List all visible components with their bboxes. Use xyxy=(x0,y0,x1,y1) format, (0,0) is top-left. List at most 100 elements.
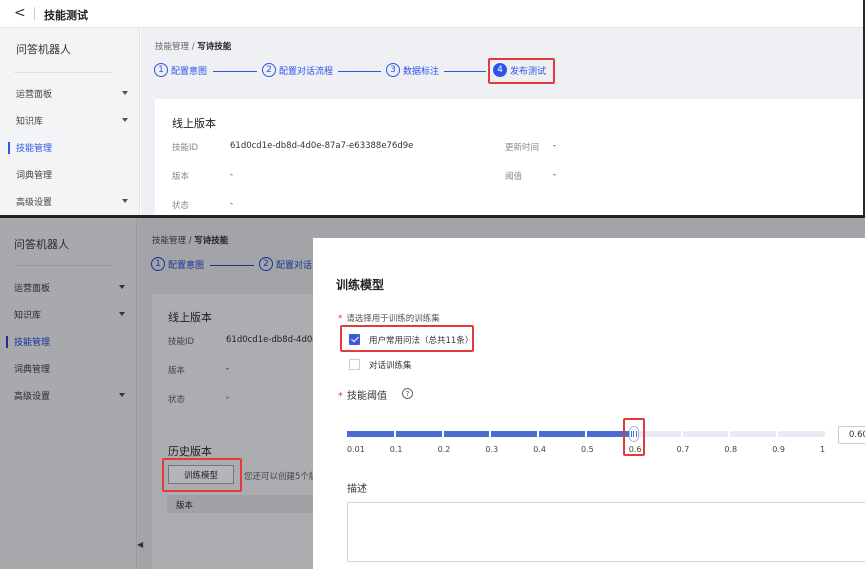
sidebar-item-advanced-settings[interactable]: 高级设置 xyxy=(16,195,52,208)
option-dialog-train-set[interactable]: 对话训练集 xyxy=(369,359,412,371)
breadcrumb-parent[interactable]: 技能管理 xyxy=(155,42,189,52)
step-connector xyxy=(210,265,254,266)
slider-tick-label: 0.3 xyxy=(485,445,499,454)
slider-segment-gap xyxy=(393,431,396,437)
status-value: - xyxy=(230,199,234,209)
threshold-input[interactable]: 0.60 xyxy=(838,426,865,444)
sidebar-item-skill-management[interactable]: 技能管理 xyxy=(14,335,50,348)
chevron-down-icon[interactable] xyxy=(122,91,128,95)
updated-value: - xyxy=(553,141,557,151)
chevron-down-icon[interactable] xyxy=(122,199,128,203)
top-screenshot: < 技能测试 问答机器人 运营面板 知识库 技能管理 词典管理 高级设置 技能管… xyxy=(0,0,863,215)
skill-id-value: 61d0cd1e-db8d-4d0e-87a7-e63388e76d9e xyxy=(230,141,414,151)
step-number: 1 xyxy=(151,257,165,271)
status-label: 状态 xyxy=(168,395,186,405)
header-divider xyxy=(34,7,35,20)
skill-id-label: 技能ID xyxy=(168,337,195,347)
sidebar-item-dictionary[interactable]: 词典管理 xyxy=(14,362,50,375)
slider-tick-label: 0.4 xyxy=(533,445,546,454)
description-textarea[interactable] xyxy=(347,502,865,562)
slider-segment-gap xyxy=(537,431,540,437)
skill-id-value: 61d0cd1e-db8d-4d0e- xyxy=(226,335,321,345)
chevron-down-icon[interactable] xyxy=(119,393,125,397)
slider-tick-label: 0.1 xyxy=(389,445,403,454)
status-label: 状态 xyxy=(172,201,190,211)
step-connector xyxy=(338,71,381,72)
slider-tick-label: 0.5 xyxy=(581,445,594,454)
status-value: - xyxy=(226,393,230,403)
sidebar-item-knowledge-base[interactable]: 知识库 xyxy=(14,308,41,321)
step-label: 配置对话 xyxy=(276,260,313,271)
slider-segment-gap xyxy=(680,431,683,437)
slider-segment-gap xyxy=(441,431,444,437)
slider-tick-label: 0.8 xyxy=(724,445,738,454)
checkbox-dialog-train-set[interactable] xyxy=(349,359,360,370)
breadcrumb-current: 写诗技能 xyxy=(194,236,229,246)
history-table-header: 版本 xyxy=(167,495,327,513)
slider-segment-gap xyxy=(585,431,587,437)
app-name: 问答机器人 xyxy=(14,238,69,251)
breadcrumb: 技能管理 / 写诗技能 xyxy=(152,234,228,246)
highlight-box xyxy=(488,58,555,84)
active-indicator xyxy=(8,142,10,154)
sidebar-divider xyxy=(14,72,112,73)
threshold-label: 阈值 xyxy=(505,172,523,182)
active-indicator xyxy=(6,336,8,348)
back-icon[interactable]: < xyxy=(14,5,26,21)
version-limit-hint: 您还可以创建5个版 xyxy=(244,472,318,482)
online-version-card: 线上版本 技能ID 61d0cd1e-db8d-4d0e-87a7-e63388… xyxy=(155,99,863,215)
version-label: 版本 xyxy=(168,366,186,376)
step-label: 配置意图 xyxy=(168,260,205,271)
step-2[interactable]: 2 配置对话流程 xyxy=(262,63,333,77)
highlight-box xyxy=(340,325,474,352)
sidebar-item-ops-panel[interactable]: 运营面板 xyxy=(14,281,50,294)
threshold-field-label: * 技能阈值 xyxy=(338,387,387,402)
sidebar-item-advanced-settings[interactable]: 高级设置 xyxy=(14,389,50,402)
history-version-title: 历史版本 xyxy=(168,445,212,458)
skill-id-label: 技能ID xyxy=(172,143,199,153)
updated-label: 更新时间 xyxy=(505,143,540,153)
breadcrumb-current: 写诗技能 xyxy=(197,42,232,52)
collapse-sidebar-icon[interactable]: ◀ xyxy=(137,540,143,549)
step-1[interactable]: 1 配置意图 xyxy=(151,257,204,271)
train-set-label-text: 请选择用于训练的训练集 xyxy=(346,314,440,324)
step-1[interactable]: 1 配置意图 xyxy=(154,63,207,77)
breadcrumb-sep: / xyxy=(191,42,195,52)
description-label: 描述 xyxy=(347,484,367,495)
slider-tick-label: 0.01 xyxy=(347,445,365,454)
step-label: 配置意图 xyxy=(171,66,208,77)
column-header-version: 版本 xyxy=(176,501,194,511)
breadcrumb-parent[interactable]: 技能管理 xyxy=(152,236,186,246)
step-number: 1 xyxy=(154,63,168,77)
help-icon[interactable]: ? xyxy=(402,388,413,399)
slider-segment-gap xyxy=(728,431,731,437)
step-3[interactable]: 3 数据标注 xyxy=(386,63,439,77)
step-number: 2 xyxy=(262,63,276,77)
threshold-field-label-text: 技能阈值 xyxy=(347,391,387,402)
slider-tick-label: 0.9 xyxy=(772,445,785,454)
sidebar: 问答机器人 运营面板 知识库 技能管理 词典管理 高级设置 xyxy=(0,28,140,215)
sidebar-item-ops-panel[interactable]: 运营面板 xyxy=(16,87,52,100)
sidebar-item-knowledge-base[interactable]: 知识库 xyxy=(16,114,43,127)
sidebar-item-dictionary[interactable]: 词典管理 xyxy=(16,168,52,181)
chevron-down-icon[interactable] xyxy=(122,118,128,122)
slider-tick-label: 0.7 xyxy=(676,445,690,454)
sidebar-item-skill-management[interactable]: 技能管理 xyxy=(16,141,52,154)
slider-tick-label: 0.6 xyxy=(628,445,642,454)
step-label: 数据标注 xyxy=(403,66,440,77)
step-2[interactable]: 2 配置对话 xyxy=(259,257,312,271)
required-mark: * xyxy=(338,314,343,324)
sidebar: 问答机器人 运营面板 知识库 技能管理 词典管理 高级设置 xyxy=(0,218,137,569)
breadcrumb-sep: / xyxy=(188,236,192,246)
highlight-box xyxy=(162,458,242,492)
version-label: 版本 xyxy=(172,172,190,182)
version-value: - xyxy=(230,170,234,180)
chevron-down-icon[interactable] xyxy=(119,285,125,289)
threshold-slider-track[interactable] xyxy=(347,431,825,437)
step-number: 2 xyxy=(259,257,273,271)
chevron-down-icon[interactable] xyxy=(119,312,125,316)
version-value: - xyxy=(226,364,230,374)
page-title: 技能测试 xyxy=(44,9,88,22)
slider-segment-gap xyxy=(489,431,492,437)
app-name: 问答机器人 xyxy=(16,43,71,56)
